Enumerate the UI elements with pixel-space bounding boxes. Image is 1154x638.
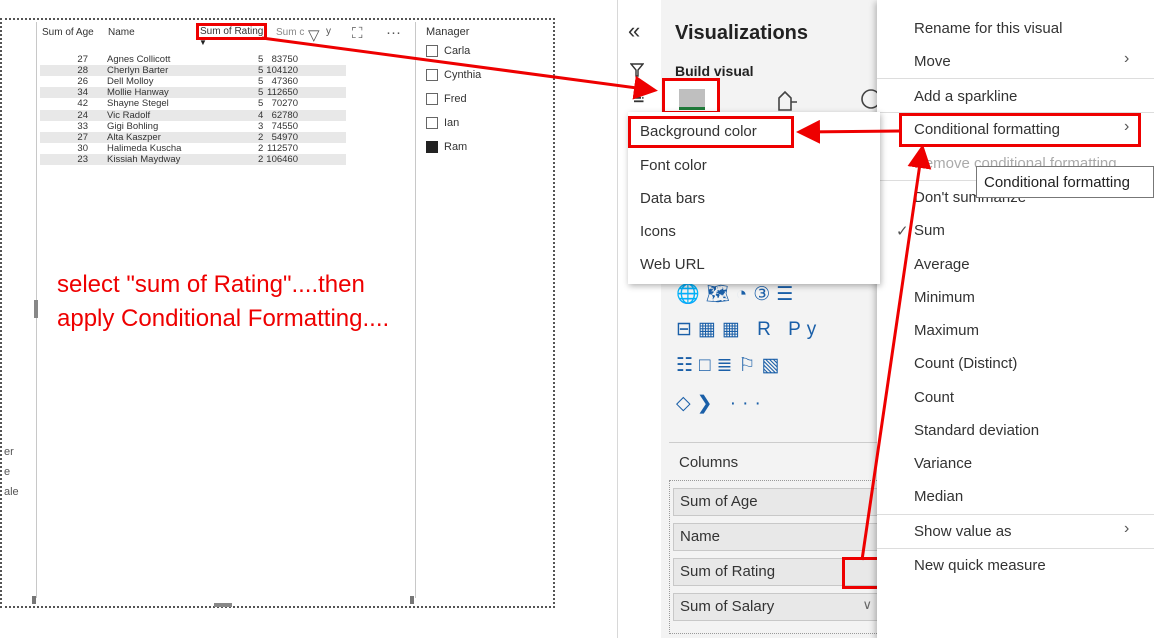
arrow-to-background-color [796,119,901,144]
annotation-arrows [261,36,932,561]
arrow-to-build-visual [261,36,658,100]
arrow-to-conditional-formatting [860,144,932,561]
